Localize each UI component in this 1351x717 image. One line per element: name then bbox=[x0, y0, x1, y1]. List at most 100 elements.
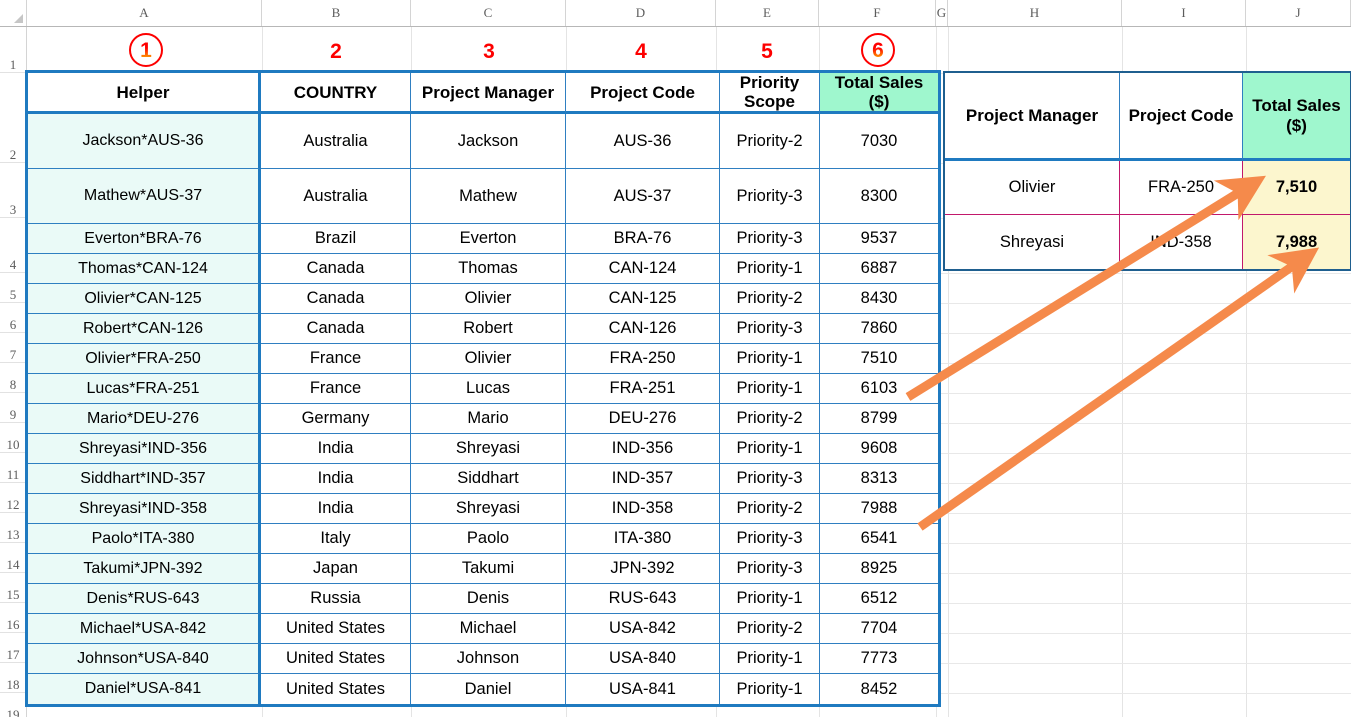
cell-helper[interactable]: Paolo*ITA-380 bbox=[28, 524, 261, 555]
cell-project-manager[interactable]: Shreyasi bbox=[411, 434, 566, 465]
cell-country[interactable]: United States bbox=[261, 614, 411, 645]
cell-total-sales[interactable]: 8313 bbox=[820, 464, 938, 495]
column-header-i[interactable]: I bbox=[1122, 0, 1246, 26]
table-row[interactable]: Denis*RUS-643 Russia Denis RUS-643 Priority-… bbox=[28, 584, 938, 615]
col-header-priority-scope[interactable]: Priority Scope bbox=[720, 73, 820, 115]
cell-country[interactable]: United States bbox=[261, 674, 411, 705]
row-header-3[interactable]: 3 bbox=[0, 163, 26, 218]
summary-cell-project-manager[interactable]: Shreyasi bbox=[945, 215, 1120, 269]
cell-project-code[interactable]: CAN-124 bbox=[566, 254, 720, 285]
cell-project-code[interactable]: USA-841 bbox=[566, 674, 720, 705]
cell-project-code[interactable]: USA-840 bbox=[566, 644, 720, 675]
cell-project-code[interactable]: IND-356 bbox=[566, 434, 720, 465]
row-header-10[interactable]: 10 bbox=[0, 423, 26, 453]
cell-helper[interactable]: Michael*USA-842 bbox=[28, 614, 261, 645]
cell-helper[interactable]: Jackson*AUS-36 bbox=[28, 114, 261, 170]
table-row[interactable]: Takumi*JPN-392 Japan Takumi JPN-392 Priority… bbox=[28, 554, 938, 585]
cell-project-manager[interactable]: Olivier bbox=[411, 344, 566, 375]
cell-priority-scope[interactable]: Priority-1 bbox=[720, 644, 820, 675]
cell-country[interactable]: Russia bbox=[261, 584, 411, 615]
row-header-6[interactable]: 6 bbox=[0, 303, 26, 333]
cell-total-sales[interactable]: 8300 bbox=[820, 169, 938, 225]
cell-total-sales[interactable]: 7860 bbox=[820, 314, 938, 345]
row-header-15[interactable]: 15 bbox=[0, 573, 26, 603]
summary-col-header-total-sales[interactable]: Total Sales ($) bbox=[1243, 73, 1350, 161]
cell-helper[interactable]: Thomas*CAN-124 bbox=[28, 254, 261, 285]
table-row[interactable]: Siddhart*IND-357 India Siddhart IND-357 Prio… bbox=[28, 464, 938, 495]
column-header-a[interactable]: A bbox=[27, 0, 262, 26]
cell-project-manager[interactable]: Jackson bbox=[411, 114, 566, 170]
column-header-f[interactable]: F bbox=[819, 0, 936, 26]
column-header-d[interactable]: D bbox=[566, 0, 716, 26]
cell-project-manager[interactable]: Lucas bbox=[411, 374, 566, 405]
cell-country[interactable]: France bbox=[261, 374, 411, 405]
cell-project-manager[interactable]: Daniel bbox=[411, 674, 566, 705]
row-header-1[interactable]: 1 bbox=[0, 27, 26, 73]
cell-helper[interactable]: Lucas*FRA-251 bbox=[28, 374, 261, 405]
cell-project-manager[interactable]: Thomas bbox=[411, 254, 566, 285]
cell-helper[interactable]: Johnson*USA-840 bbox=[28, 644, 261, 675]
cell-total-sales[interactable]: 6512 bbox=[820, 584, 938, 615]
cell-project-manager[interactable]: Shreyasi bbox=[411, 494, 566, 525]
summary-row[interactable]: Olivier FRA-250 7,510 bbox=[945, 161, 1350, 215]
cell-total-sales[interactable]: 8430 bbox=[820, 284, 938, 315]
table-row[interactable]: Robert*CAN-126 Canada Robert CAN-126 Priorit… bbox=[28, 314, 938, 345]
row-header-14[interactable]: 14 bbox=[0, 543, 26, 573]
cell-priority-scope[interactable]: Priority-3 bbox=[720, 554, 820, 585]
summary-row[interactable]: Shreyasi IND-358 7,988 bbox=[945, 215, 1350, 269]
cell-total-sales[interactable]: 6887 bbox=[820, 254, 938, 285]
table-row[interactable]: Johnson*USA-840 United States Johnson USA-8… bbox=[28, 644, 938, 675]
table-row[interactable]: Lucas*FRA-251 France Lucas FRA-251 Priority-… bbox=[28, 374, 938, 405]
cell-priority-scope[interactable]: Priority-3 bbox=[720, 169, 820, 225]
cell-priority-scope[interactable]: Priority-1 bbox=[720, 374, 820, 405]
column-header-h[interactable]: H bbox=[948, 0, 1122, 26]
col-header-project-code[interactable]: Project Code bbox=[566, 73, 720, 115]
summary-col-header-project-code[interactable]: Project Code bbox=[1120, 73, 1243, 161]
cell-project-code[interactable]: IND-357 bbox=[566, 464, 720, 495]
column-header-c[interactable]: C bbox=[411, 0, 566, 26]
column-header-j[interactable]: J bbox=[1246, 0, 1351, 26]
cell-helper[interactable]: Shreyasi*IND-358 bbox=[28, 494, 261, 525]
cell-total-sales[interactable]: 6103 bbox=[820, 374, 938, 405]
cell-total-sales[interactable]: 7773 bbox=[820, 644, 938, 675]
cell-project-manager[interactable]: Denis bbox=[411, 584, 566, 615]
row-header-11[interactable]: 11 bbox=[0, 453, 26, 483]
cell-project-code[interactable]: BRA-76 bbox=[566, 224, 720, 255]
cell-helper[interactable]: Siddhart*IND-357 bbox=[28, 464, 261, 495]
select-all-corner[interactable] bbox=[0, 0, 27, 26]
cell-project-manager[interactable]: Mario bbox=[411, 404, 566, 435]
cell-priority-scope[interactable]: Priority-2 bbox=[720, 114, 820, 170]
cell-project-code[interactable]: FRA-250 bbox=[566, 344, 720, 375]
row-header-5[interactable]: 5 bbox=[0, 273, 26, 303]
summary-cell-total-sales[interactable]: 7,988 bbox=[1243, 215, 1350, 269]
cell-priority-scope[interactable]: Priority-3 bbox=[720, 524, 820, 555]
row-header-2[interactable]: 2 bbox=[0, 73, 26, 163]
cell-priority-scope[interactable]: Priority-3 bbox=[720, 314, 820, 345]
cell-project-code[interactable]: CAN-125 bbox=[566, 284, 720, 315]
cell-country[interactable]: France bbox=[261, 344, 411, 375]
cell-project-code[interactable]: AUS-36 bbox=[566, 114, 720, 170]
cell-project-manager[interactable]: Johnson bbox=[411, 644, 566, 675]
cell-project-code[interactable]: DEU-276 bbox=[566, 404, 720, 435]
cell-country[interactable]: India bbox=[261, 494, 411, 525]
cell-project-code[interactable]: JPN-392 bbox=[566, 554, 720, 585]
cell-country[interactable]: Canada bbox=[261, 284, 411, 315]
cell-priority-scope[interactable]: Priority-1 bbox=[720, 344, 820, 375]
cell-helper[interactable]: Mario*DEU-276 bbox=[28, 404, 261, 435]
cell-project-manager[interactable]: Siddhart bbox=[411, 464, 566, 495]
row-header-8[interactable]: 8 bbox=[0, 363, 26, 393]
cell-priority-scope[interactable]: Priority-2 bbox=[720, 404, 820, 435]
cell-priority-scope[interactable]: Priority-1 bbox=[720, 674, 820, 705]
cell-total-sales[interactable]: 7704 bbox=[820, 614, 938, 645]
cell-helper[interactable]: Denis*RUS-643 bbox=[28, 584, 261, 615]
row-header-9[interactable]: 9 bbox=[0, 393, 26, 423]
cell-priority-scope[interactable]: Priority-1 bbox=[720, 434, 820, 465]
summary-cell-total-sales[interactable]: 7,510 bbox=[1243, 161, 1350, 215]
cell-helper[interactable]: Robert*CAN-126 bbox=[28, 314, 261, 345]
cell-total-sales[interactable]: 9537 bbox=[820, 224, 938, 255]
cell-priority-scope[interactable]: Priority-2 bbox=[720, 494, 820, 525]
cell-total-sales[interactable]: 7030 bbox=[820, 114, 938, 170]
cell-project-code[interactable]: AUS-37 bbox=[566, 169, 720, 225]
cell-total-sales[interactable]: 9608 bbox=[820, 434, 938, 465]
cell-project-manager[interactable]: Paolo bbox=[411, 524, 566, 555]
